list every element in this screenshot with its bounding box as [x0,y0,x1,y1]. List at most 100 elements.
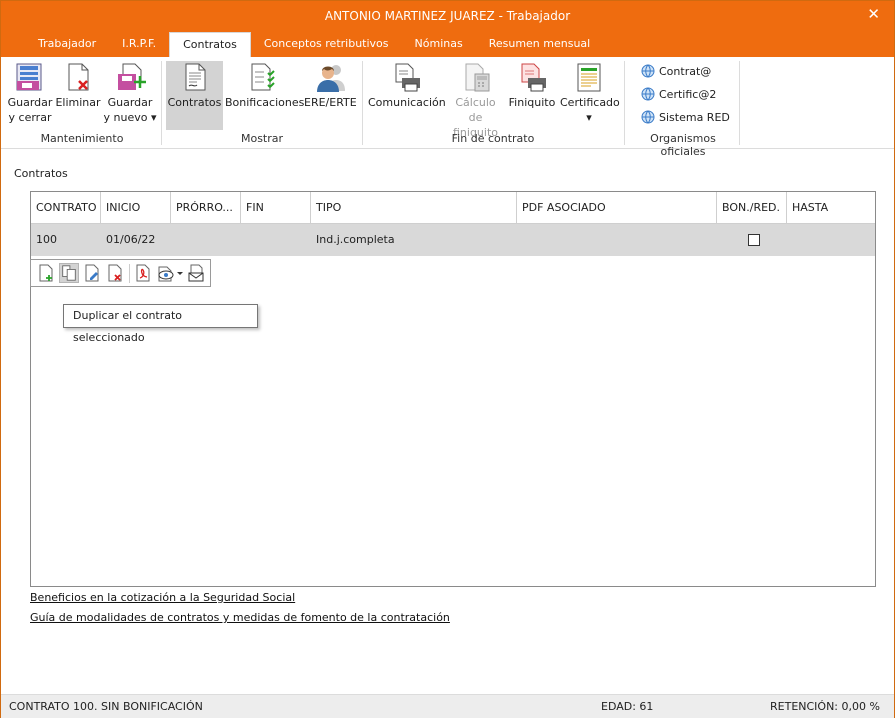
cell-pdf [517,224,522,256]
pdf-button[interactable] [133,263,153,283]
new-contract-button[interactable] [36,263,56,283]
ribbon-separator [624,61,625,145]
status-contract: CONTRATO 100. SIN BONIFICACIÓN [9,700,203,713]
column-header-hasta[interactable]: HASTA [787,192,875,223]
certificado-label: Certificado [560,96,620,109]
worker-window: ANTONIO MARTINEZ JUAREZ - Trabajador ✕ T… [0,0,895,718]
globe-icon [641,87,655,101]
tab-conceptos-retributivos[interactable]: Conceptos retributivos [251,32,402,57]
calculo-finiquito-button[interactable]: Cálculo de finiquito [447,61,504,140]
contract-document-icon [185,63,205,91]
save-new-icon [118,63,146,90]
edit-contract-button[interactable] [82,263,102,283]
certificado-dropdown-icon[interactable]: ▾ [560,110,618,125]
globe-icon [641,110,655,124]
tab-contratos[interactable]: Contratos [169,32,251,57]
guia-modalidades-link[interactable]: Guía de modalidades de contratos y medid… [30,611,450,624]
save-close-button[interactable]: Guardar y cerrar [7,61,53,125]
certifica2-link[interactable]: Certific@2 [641,87,716,101]
group-label-mostrar: Mostrar [240,132,284,145]
calculator-icon [465,63,489,92]
ribbon-separator [739,61,740,145]
save-close-line2: y cerrar [8,111,52,124]
print-document-icon [395,63,420,92]
status-retencion: RETENCIÓN: 0,00 % [770,700,880,713]
save-new-line1: Guardar [107,96,153,109]
toolbar-separator [129,264,130,283]
new-document-icon [39,264,53,282]
cell-fin [241,224,246,256]
column-header-fin[interactable]: FIN [241,192,311,223]
cell-prorroga [171,224,176,256]
column-header-tipo[interactable]: TIPO [311,192,517,223]
globe-icon [641,64,655,78]
email-button[interactable] [186,263,206,283]
delete-label: Eliminar [55,96,101,109]
comunicacion-button[interactable]: Comunicación [368,61,446,110]
duplicate-contract-button[interactable] [59,263,79,283]
contratos-view-label: Contratos [167,96,222,109]
save-new-line2: y nuevo ▾ [103,111,157,124]
column-header-bonred[interactable]: BON./RED. [717,192,787,223]
sistema-red-link[interactable]: Sistema RED [641,110,730,124]
ribbon-separator [161,61,162,145]
finiquito-button[interactable]: Finiquito [507,61,557,110]
duplicate-tooltip: Duplicar el contrato seleccionado [63,304,258,344]
tab-resumen-mensual[interactable]: Resumen mensual [476,32,604,57]
cell-hasta [787,224,792,256]
contracts-table: CONTRATO INICIO PRÓRRO... FIN TIPO PDF A… [30,191,876,587]
column-header-pdf[interactable]: PDF ASOCIADO [517,192,717,223]
group-label-fin-contrato: Fin de contrato [451,132,535,145]
pdf-icon [136,264,150,282]
save-close-icon [16,63,42,91]
view-dropdown-button[interactable] [156,263,184,283]
group-label-organismos: Organismos oficiales [650,132,716,158]
finiquito-label: Finiquito [508,96,556,109]
column-header-prorroga[interactable]: PRÓRRO... [171,192,241,223]
tab-irpf[interactable]: I.R.P.F. [109,32,169,57]
table-row[interactable]: 100 01/06/22 Ind.j.completa [31,224,875,256]
column-header-inicio[interactable]: INICIO [101,192,171,223]
duplicate-document-icon [62,265,76,281]
delete-document-icon [68,63,89,91]
sistema-red-label: Sistema RED [659,110,730,124]
certificado-button[interactable]: Certificado ▾ [560,61,620,125]
window-title: ANTONIO MARTINEZ JUAREZ - Trabajador [324,9,571,23]
cell-contrato: 100 [36,233,57,246]
bonificado-checkbox[interactable] [748,234,760,246]
row-actions-toolbar [30,259,211,287]
status-edad: EDAD: 61 [601,700,654,713]
status-bar: CONTRATO 100. SIN BONIFICACIÓN EDAD: 61 … [1,694,894,718]
ribbon-separator [362,61,363,145]
delete-document-icon [108,264,122,282]
ribbon: Guardar y cerrar Eliminar Guardar y nuev… [1,57,894,158]
cell-inicio: 01/06/22 [106,233,156,246]
group-label-mantenimiento: Mantenimiento [40,132,124,145]
delete-button[interactable]: Eliminar [55,61,101,110]
save-new-button[interactable]: Guardar y nuevo ▾ [103,61,157,125]
print-red-document-icon [521,63,546,92]
comunicacion-label: Comunicación [368,96,446,109]
tab-strip: Trabajador I.R.P.F. Contratos Conceptos … [25,32,603,57]
bonificaciones-label: Bonificaciones [225,96,305,109]
tab-trabajador[interactable]: Trabajador [25,32,109,57]
beneficios-link[interactable]: Beneficios en la cotización a la Segurid… [30,591,295,604]
certificate-icon [577,63,601,92]
contratos-view-button[interactable]: Contratos [166,61,223,130]
calculo-line1: Cálculo de [455,96,496,124]
edit-document-icon [85,264,99,282]
ere-erte-label: ERE/ERTE [304,96,357,109]
delete-contract-button[interactable] [105,263,125,283]
close-icon[interactable]: ✕ [867,5,880,23]
table-header: CONTRATO INICIO PRÓRRO... FIN TIPO PDF A… [31,192,875,224]
column-header-contrato[interactable]: CONTRATO [31,192,101,223]
certifica2-label: Certific@2 [659,87,717,101]
ere-erte-button[interactable]: ERE/ERTE [304,61,357,110]
bonificaciones-button[interactable]: Bonificaciones [225,61,305,110]
section-title: Contratos [14,167,68,180]
title-bar: ANTONIO MARTINEZ JUAREZ - Trabajador ✕ T… [1,1,894,57]
contrata-link[interactable]: Contrat@ [641,64,711,78]
email-icon [188,264,204,282]
checklist-icon [251,63,275,91]
tab-nominas[interactable]: Nóminas [402,32,476,57]
